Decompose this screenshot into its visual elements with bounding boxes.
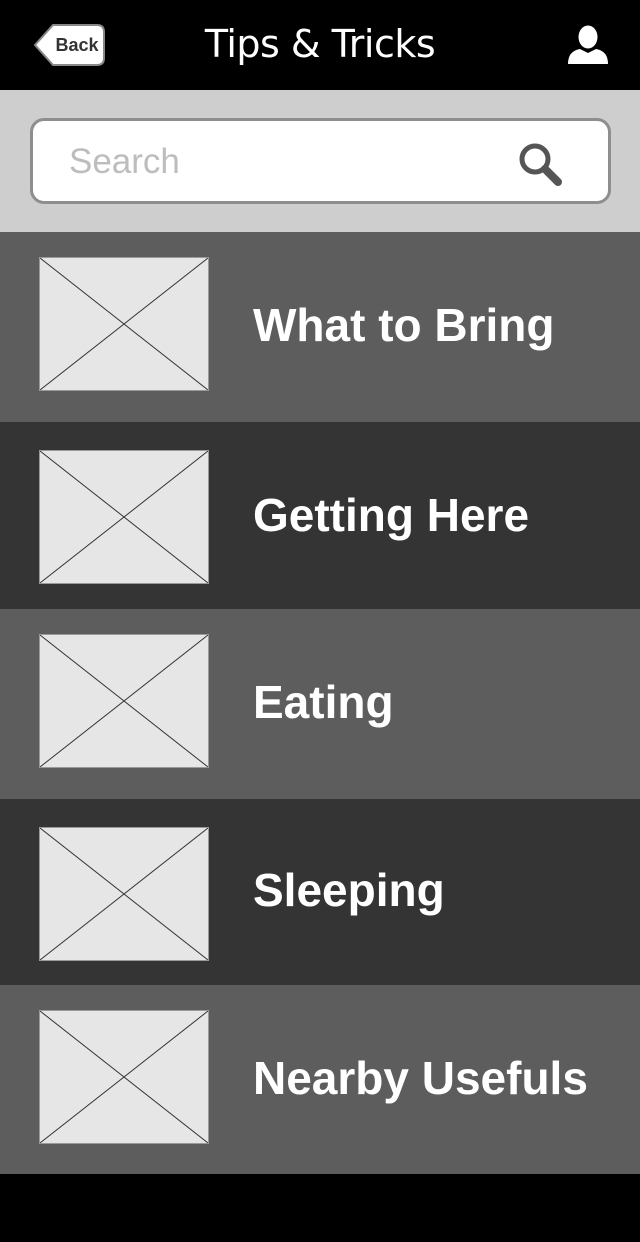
back-button-label: Back — [55, 35, 99, 55]
list-item-label: Eating — [253, 676, 394, 728]
search-icon[interactable] — [517, 141, 565, 189]
list-item-label: Sleeping — [253, 864, 445, 916]
list-item-getting-here[interactable]: Getting Here — [0, 422, 640, 609]
top-navigation-bar: Back Tips & Tricks — [0, 0, 640, 90]
list-item-eating[interactable]: Eating — [0, 609, 640, 799]
image-placeholder — [39, 827, 209, 961]
image-placeholder — [39, 634, 209, 768]
image-placeholder — [39, 257, 209, 391]
image-placeholder — [39, 1010, 209, 1144]
list-item-nearby-usefuls[interactable]: Nearby Usefuls — [0, 985, 640, 1174]
list-item-label: Getting Here — [253, 489, 530, 541]
user-icon[interactable] — [566, 24, 610, 66]
image-placeholder — [39, 450, 209, 584]
list-item-what-to-bring[interactable]: What to Bring — [0, 232, 640, 422]
search-box[interactable] — [30, 118, 611, 204]
search-input[interactable] — [69, 139, 489, 185]
search-area — [0, 90, 640, 232]
tips-list: What to Bring Getting Here Eating Sleepi… — [0, 232, 640, 1174]
back-button[interactable]: Back — [33, 24, 105, 66]
page-title: Tips & Tricks — [204, 22, 436, 66]
list-item-label: Nearby Usefuls — [253, 1052, 588, 1104]
list-item-sleeping[interactable]: Sleeping — [0, 799, 640, 985]
bottom-bar — [0, 1174, 640, 1242]
list-item-label: What to Bring — [253, 299, 555, 351]
